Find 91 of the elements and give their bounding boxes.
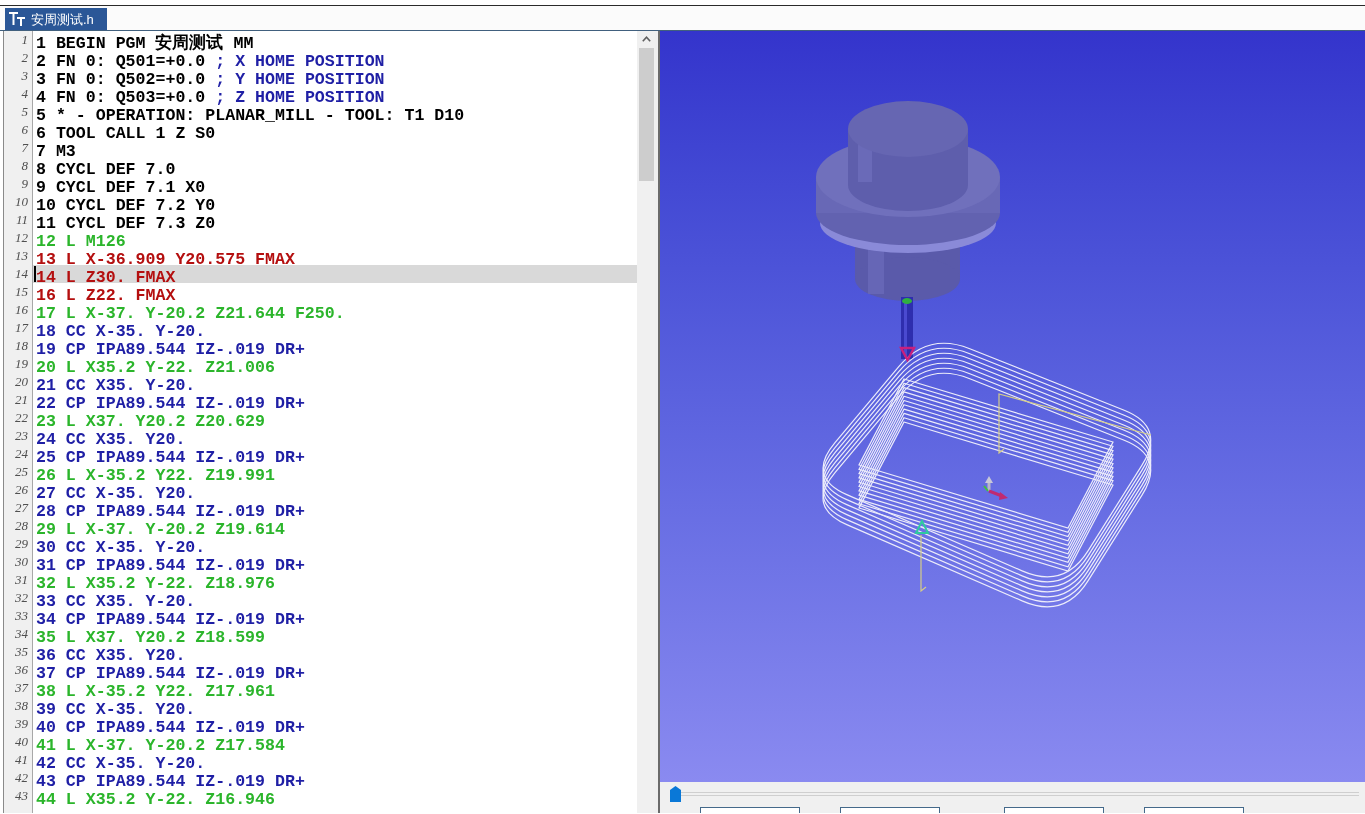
line-number: 38	[15, 697, 28, 715]
code-line[interactable]: 3 FN 0: Q502=+0.0 ; Y HOME POSITION	[36, 70, 385, 89]
line-number: 41	[15, 751, 28, 769]
input-field[interactable]	[840, 807, 940, 813]
code-line[interactable]: 28 CP IPA89.544 IZ-.019 DR+	[36, 502, 305, 521]
input-field[interactable]	[1004, 807, 1104, 813]
code-line[interactable]: 36 CC X35. Y20.	[36, 646, 186, 665]
line-number: 26	[15, 481, 28, 499]
line-number: 20	[15, 373, 28, 391]
start-marker-icon	[914, 518, 930, 534]
file-tab[interactable]: 安周测试.h	[5, 8, 107, 30]
line-number: 15	[15, 283, 28, 301]
code-line[interactable]: 33 CC X35. Y-20.	[36, 592, 196, 611]
code-line[interactable]: 10 CYCL DEF 7.2 Y0	[36, 196, 216, 215]
code-line[interactable]: 8 CYCL DEF 7.0	[36, 160, 176, 179]
code-line[interactable]: 6 TOOL CALL 1 Z S0	[36, 124, 216, 143]
line-number: 8	[21, 157, 28, 175]
text-cursor-icon	[34, 266, 36, 282]
line-number: 16	[15, 301, 28, 319]
line-number: 17	[15, 319, 28, 337]
line-number: 35	[15, 643, 28, 661]
line-number: 11	[15, 211, 28, 229]
line-number: 14	[15, 265, 28, 283]
code-line[interactable]: 5 * - OPERATION: PLANAR_MILL - TOOL: T1 D10	[36, 106, 465, 125]
line-number: 43	[15, 787, 28, 805]
line-number: 23	[15, 427, 28, 445]
line-number: 33	[15, 607, 28, 625]
line-number: 13	[15, 247, 28, 265]
code-line[interactable]: 1 BEGIN PGM 安周测试 MM	[36, 34, 254, 53]
timeline-slider[interactable]	[670, 786, 1359, 802]
code-line[interactable]: 42 CC X-35. Y-20.	[36, 754, 206, 773]
input-field[interactable]	[1144, 807, 1244, 813]
line-number: 12	[15, 229, 28, 247]
line-number: 5	[21, 103, 28, 121]
scrollbar[interactable]	[637, 31, 655, 813]
line-number: 18	[15, 337, 28, 355]
tool-tip-marker-icon	[899, 346, 916, 363]
scroll-up-icon[interactable]	[641, 36, 651, 42]
slider-thumb[interactable]	[670, 786, 681, 802]
scrollbar-thumb[interactable]	[638, 48, 654, 181]
line-number: 7	[21, 139, 28, 157]
line-number: 6	[21, 121, 28, 139]
line-number: 19	[15, 355, 28, 373]
line-number: 31	[15, 571, 28, 589]
code-line[interactable]: 31 CP IPA89.544 IZ-.019 DR+	[36, 556, 305, 575]
code-line[interactable]: 34 CP IPA89.544 IZ-.019 DR+	[36, 610, 305, 629]
line-number: 22	[15, 409, 28, 427]
line-number: 39	[15, 715, 28, 733]
line-number: 24	[15, 445, 28, 463]
line-number: 10	[15, 193, 28, 211]
line-number: 29	[15, 535, 28, 553]
line-number: 37	[15, 679, 28, 697]
code-line[interactable]: 18 CC X-35. Y-20.	[36, 322, 206, 341]
line-number: 36	[15, 661, 28, 679]
line-number: 40	[15, 733, 28, 751]
code-line[interactable]: 37 CP IPA89.544 IZ-.019 DR+	[36, 664, 305, 683]
code-line[interactable]: 24 CC X35. Y20.	[36, 430, 186, 449]
code-line[interactable]: 30 CC X-35. Y-20.	[36, 538, 206, 557]
code-line[interactable]: 21 CC X35. Y-20.	[36, 376, 196, 395]
code-line[interactable]: 13 L X-36.909 Y20.575 FMAX	[36, 250, 295, 269]
line-number: 27	[15, 499, 28, 517]
line-number: 34	[15, 625, 28, 643]
3d-viewport[interactable]	[660, 31, 1365, 782]
code-line[interactable]: 43 CP IPA89.544 IZ-.019 DR+	[36, 772, 305, 791]
line-number: 42	[15, 769, 28, 787]
code-line[interactable]: 39 CC X-35. Y20.	[36, 700, 196, 719]
code-line[interactable]: 19 CP IPA89.544 IZ-.019 DR+	[36, 340, 305, 359]
code-line[interactable]: 7 M3	[36, 142, 76, 161]
line-number: 3	[21, 67, 28, 85]
code-line[interactable]: 22 CP IPA89.544 IZ-.019 DR+	[36, 394, 305, 413]
code-line[interactable]: 40 CP IPA89.544 IZ-.019 DR+	[36, 718, 305, 737]
code-line[interactable]: 9 CYCL DEF 7.1 X0	[36, 178, 206, 197]
code-line[interactable]: 27 CC X-35. Y20.	[36, 484, 196, 503]
line-number: 25	[15, 463, 28, 481]
code-line[interactable]: 14 L Z30. FMAX	[36, 268, 176, 287]
line-number: 21	[15, 391, 28, 409]
code-line[interactable]: 4 FN 0: Q503=+0.0 ; Z HOME POSITION	[36, 88, 385, 107]
line-number: 2	[21, 49, 28, 67]
code-line[interactable]: 25 CP IPA89.544 IZ-.019 DR+	[36, 448, 305, 467]
line-number: 28	[15, 517, 28, 535]
input-field[interactable]	[700, 807, 800, 813]
line-number: 1	[21, 31, 28, 49]
axis-triad-icon	[983, 476, 1008, 500]
code-line[interactable]: 11 CYCL DEF 7.3 Z0	[36, 214, 216, 233]
code-line[interactable]: 2 FN 0: Q501=+0.0 ; X HOME POSITION	[36, 52, 385, 71]
code-line[interactable]: 16 L Z22. FMAX	[36, 286, 176, 305]
line-number: 30	[15, 553, 28, 571]
text-format-icon	[9, 12, 25, 26]
line-number: 9	[21, 175, 28, 193]
line-number: 32	[15, 589, 28, 607]
line-number: 4	[21, 85, 28, 103]
